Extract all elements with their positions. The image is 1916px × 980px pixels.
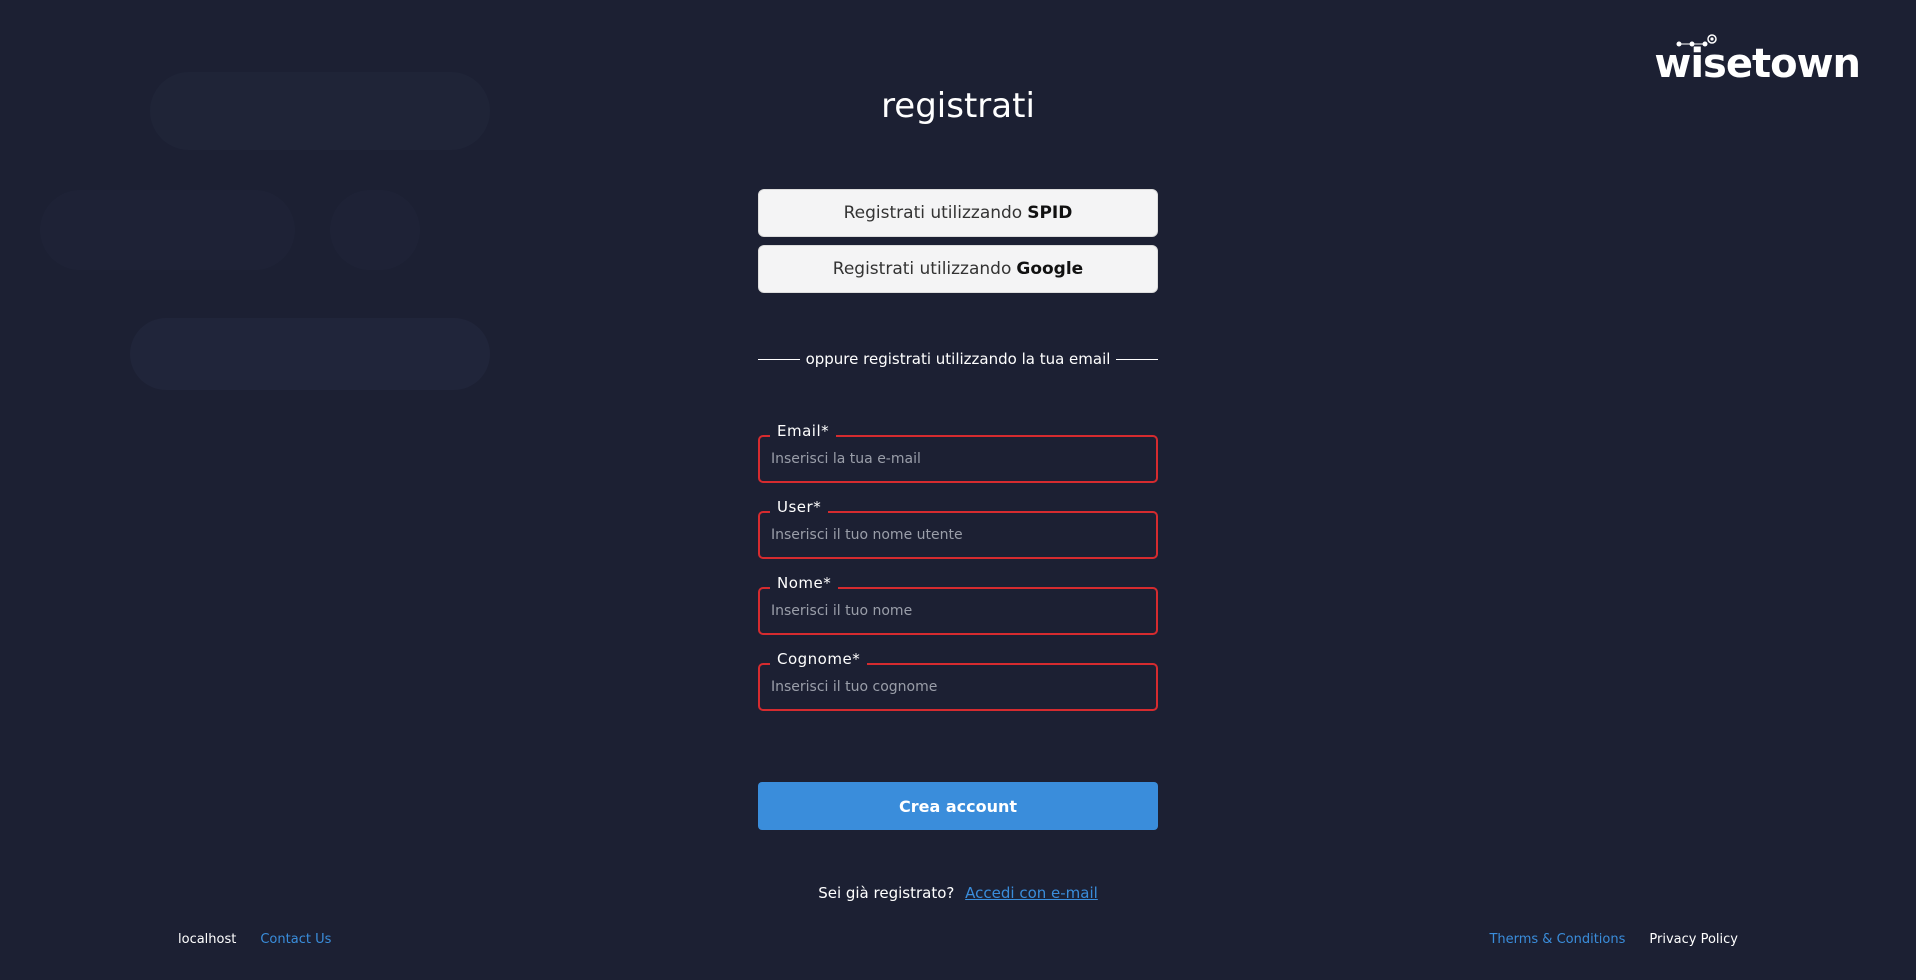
background-shape [330,190,420,270]
create-account-button[interactable]: Crea account [758,782,1158,830]
divider-line-right [1116,358,1158,360]
divider-text: oppure registrati utilizzando la tua ema… [805,350,1111,368]
footer-contact-link[interactable]: Contact Us [260,932,331,947]
spid-button-provider: SPID [1027,203,1073,223]
email-input[interactable] [760,437,1156,481]
user-field: User* [758,498,1158,559]
google-button-provider: Google [1016,259,1084,279]
spid-button-prefix: Registrati utilizzando [843,203,1023,223]
logo-text: wisetown [1654,41,1861,87]
registration-page: wisetown registrati Registrati utilizzan… [0,0,1916,980]
background-shape [40,190,295,270]
user-input[interactable] [760,513,1156,557]
footer-right: Therms & Conditions Privacy Policy [1489,932,1738,947]
page-title: registrati [881,86,1035,126]
footer-terms-link[interactable]: Therms & Conditions [1489,932,1625,947]
background-shape [150,72,490,150]
nome-field: Nome* [758,574,1158,635]
divider: oppure registrati utilizzando la tua ema… [758,348,1158,370]
footer-left: localhost Contact Us [178,932,331,947]
google-register-button[interactable]: Registrati utilizzando Google [758,245,1158,293]
login-email-link[interactable]: Accedi con e-mail [965,884,1098,902]
background-shape [130,318,490,390]
login-prompt: Sei già registrato? Accedi con e-mail [758,884,1158,902]
login-question: Sei già registrato? [818,884,955,902]
footer-privacy-link[interactable]: Privacy Policy [1649,932,1738,947]
divider-line-left [758,358,800,360]
footer-host: localhost [178,932,237,947]
cognome-field: Cognome* [758,650,1158,711]
email-field: Email* [758,422,1158,483]
google-button-prefix: Registrati utilizzando [832,259,1012,279]
wisetown-logo[interactable]: wisetown [1654,34,1861,84]
cognome-input[interactable] [760,665,1156,709]
spid-register-button[interactable]: Registrati utilizzando SPID [758,189,1158,237]
nome-input[interactable] [760,589,1156,633]
